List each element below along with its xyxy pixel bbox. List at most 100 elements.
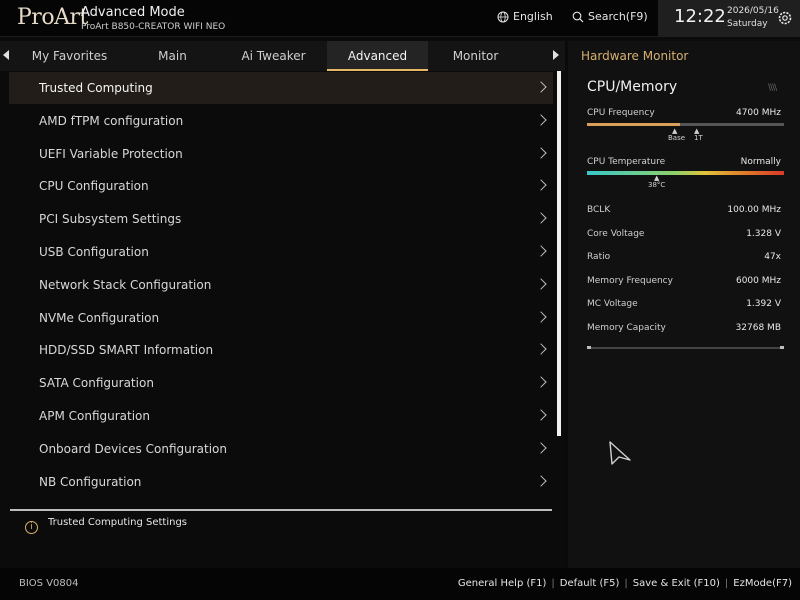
tab-ai-tweaker[interactable]: Ai Tweaker <box>226 41 321 71</box>
memory-capacity-label: Memory Capacity <box>587 323 666 333</box>
cpu-temperature-bar <box>587 171 784 175</box>
search-label: Search(F9) <box>588 10 648 23</box>
tab-scroll-right-icon[interactable] <box>553 50 559 60</box>
menu-item-label: PCI Subsystem Settings <box>39 212 182 226</box>
cpu-frequency-bar <box>587 123 784 126</box>
menu-item-nb-configuration[interactable]: NB Configuration <box>9 466 553 498</box>
base-marker-label: Base <box>668 134 686 142</box>
chevron-right-icon <box>535 81 547 93</box>
chevron-right-icon <box>535 311 547 323</box>
menu-item-network-stack[interactable]: Network Stack Configuration <box>9 269 553 301</box>
tab-main[interactable]: Main <box>125 41 220 71</box>
day-text: Saturday <box>727 19 768 29</box>
ratio-label: Ratio <box>587 252 611 262</box>
cpu-frequency-value: 4700 MHz <box>735 108 781 118</box>
globe-icon <box>497 11 509 22</box>
general-help-button[interactable]: General Help (F1) <box>458 578 546 589</box>
menu-item-hdd-ssd-smart[interactable]: HDD/SSD SMART Information <box>9 334 553 366</box>
clock-panel: 12:22 2026/05/16 Saturday <box>658 0 800 37</box>
menu-item-nvme-configuration[interactable]: NVMe Configuration <box>9 302 553 334</box>
cpu-temperature-status: Normally <box>740 157 781 167</box>
clock-time: 12:22 <box>674 6 726 27</box>
menu-item-label: NVMe Configuration <box>39 311 160 325</box>
save-exit-button[interactable]: Save & Exit (F10) <box>633 578 720 589</box>
menu-item-label: UEFI Variable Protection <box>39 147 183 161</box>
bclk-value: 100.00 MHz <box>727 205 781 215</box>
turbo-marker-label: 1T <box>694 134 703 142</box>
clock-date: 2026/05/16 Saturday <box>727 5 779 31</box>
menu-item-sata-configuration[interactable]: SATA Configuration <box>9 367 553 399</box>
footer-separator: | <box>724 578 729 589</box>
menu-item-label: HDD/SSD SMART Information <box>39 343 214 357</box>
chevron-right-icon <box>535 179 547 191</box>
menu-item-label: AMD fTPM configuration <box>39 114 184 128</box>
language-label: English <box>513 10 553 23</box>
menu-item-apm-configuration[interactable]: APM Configuration <box>9 400 553 432</box>
temperature-reading: 38°C <box>648 181 666 189</box>
proart-logo: ProArt <box>17 5 88 30</box>
menu-item-label: NB Configuration <box>39 475 142 489</box>
mc-voltage-label: MC Voltage <box>587 299 638 309</box>
menu-item-label: SATA Configuration <box>39 376 154 390</box>
tab-bar: My Favorites Main Ai Tweaker Advanced Mo… <box>0 41 565 71</box>
bclk-label: BCLK <box>587 205 611 215</box>
menu-item-pci-subsystem[interactable]: PCI Subsystem Settings <box>9 203 553 235</box>
chevron-right-icon <box>535 376 547 388</box>
default-button[interactable]: Default (F5) <box>560 578 620 589</box>
core-voltage-value: 1.328 V <box>746 229 781 239</box>
menu-item-trusted-computing[interactable]: Trusted Computing <box>9 72 553 104</box>
menu-item-uefi-variable-protection[interactable]: UEFI Variable Protection <box>9 138 553 170</box>
bios-screen: ProArt Advanced Mode ProArt B850-CREATOR… <box>0 0 800 600</box>
footer-separator: | <box>551 578 555 589</box>
menu-item-label: Network Stack Configuration <box>39 278 212 292</box>
chevron-right-icon <box>535 442 547 454</box>
menu-item-usb-configuration[interactable]: USB Configuration <box>9 236 553 268</box>
menu-item-onboard-devices[interactable]: Onboard Devices Configuration <box>9 433 553 465</box>
ezmode-button[interactable]: EzMode(F7) <box>733 578 792 589</box>
hardware-monitor-panel: Hardware Monitor CPU/Memory \\\\ CPU Fre… <box>565 41 800 568</box>
mode-title: Advanced Mode <box>81 5 185 20</box>
tab-scroll-left-icon[interactable] <box>3 50 9 60</box>
gear-icon[interactable] <box>777 10 793 26</box>
footer-separator: | <box>624 578 628 589</box>
chevron-right-icon <box>535 245 547 257</box>
tab-advanced[interactable]: Advanced <box>327 41 428 71</box>
chevron-right-icon <box>535 343 547 355</box>
chevron-right-icon <box>535 114 547 126</box>
date-text: 2026/05/16 <box>727 6 779 16</box>
info-icon: i <box>25 521 38 534</box>
search-icon <box>572 11 584 22</box>
menu-item-label: USB Configuration <box>39 245 149 259</box>
bios-version: BIOS V0804 <box>19 578 79 589</box>
tab-my-favorites[interactable]: My Favorites <box>22 41 117 71</box>
cpu-frequency-bar-fill <box>587 123 680 126</box>
memory-usage-start-marker <box>587 346 591 349</box>
core-voltage-label: Core Voltage <box>587 229 645 239</box>
help-divider <box>10 509 552 511</box>
mouse-cursor-icon <box>609 441 631 465</box>
menu-item-label: Onboard Devices Configuration <box>39 442 228 456</box>
tab-monitor[interactable]: Monitor <box>428 41 523 71</box>
search-button[interactable]: Search(F9) <box>572 10 648 23</box>
header-bar: ProArt Advanced Mode ProArt B850-CREATOR… <box>0 0 800 37</box>
chevron-right-icon <box>535 475 547 487</box>
menu-item-label: APM Configuration <box>39 409 150 423</box>
hardware-monitor-title: Hardware Monitor <box>581 49 689 63</box>
menu-item-label: Trusted Computing <box>39 81 153 95</box>
chevron-right-icon <box>535 212 547 224</box>
memory-usage-end-marker <box>780 346 784 349</box>
function-key-bar: General Help (F1) | Default (F5) | Save & Ex… <box>458 578 792 589</box>
memory-frequency-value: 6000 MHz <box>735 276 781 286</box>
chevron-right-icon <box>535 278 547 290</box>
help-description: Trusted Computing Settings <box>48 517 188 528</box>
memory-capacity-value: 32768 MB <box>735 323 781 333</box>
cpu-temperature-label: CPU Temperature <box>587 157 666 167</box>
menu-item-cpu-configuration[interactable]: CPU Configuration <box>9 170 553 202</box>
chevron-right-icon <box>535 147 547 159</box>
menu-item-label: CPU Configuration <box>39 179 149 193</box>
menu-scrollbar[interactable] <box>557 71 561 436</box>
menu-item-amd-ftpm[interactable]: AMD fTPM configuration <box>9 105 553 137</box>
language-button[interactable]: English <box>497 10 553 23</box>
board-model: ProArt B850-CREATOR WIFI NEO <box>81 22 226 32</box>
cpu-frequency-label: CPU Frequency <box>587 108 655 118</box>
